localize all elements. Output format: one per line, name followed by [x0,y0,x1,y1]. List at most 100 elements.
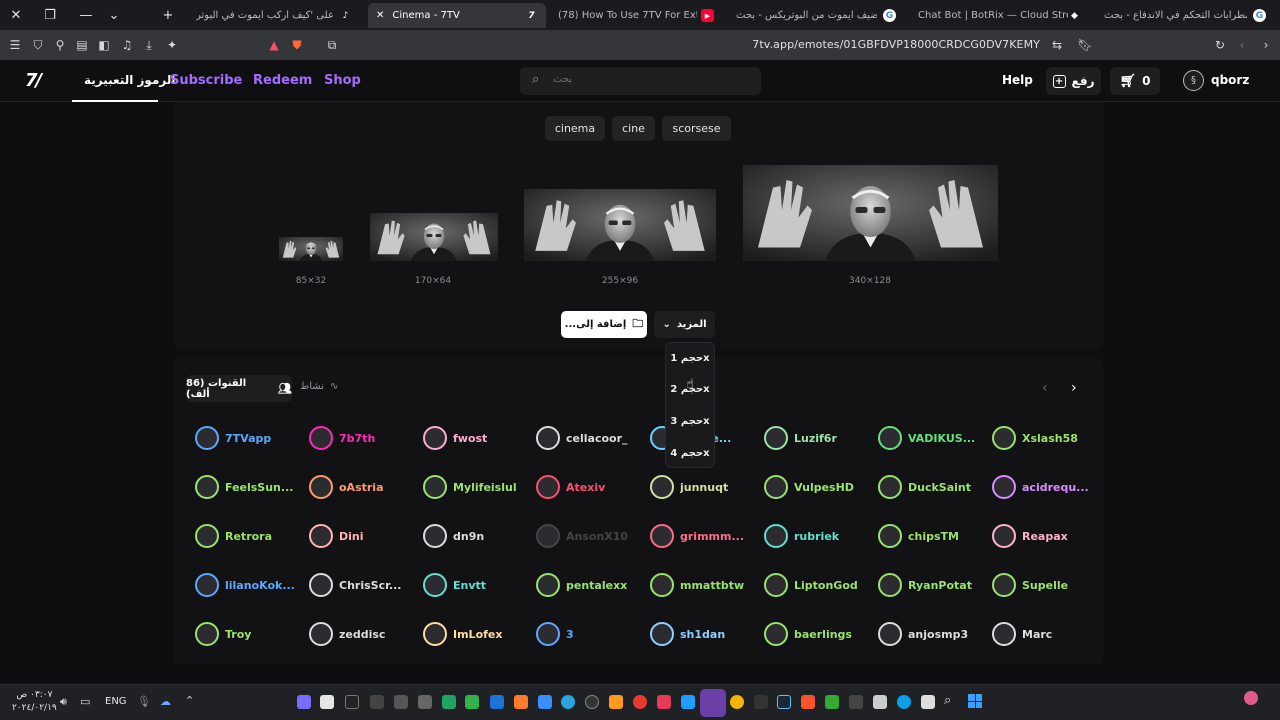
app-icon[interactable] [394,695,408,709]
windows-start-icon[interactable] [968,694,982,708]
add-to-button[interactable]: ...إضافة إلى 🗀︎ [561,311,647,338]
channel-item[interactable]: LiptonGod [764,573,874,597]
size-option-4x[interactable]: حجم 4x [666,440,714,466]
search-input[interactable]: ⌕ بحث [520,67,761,95]
brave-icon[interactable] [801,695,815,709]
network-icon[interactable]: ▭ [80,695,90,708]
tag-chip[interactable]: scorsese [662,116,731,141]
channel-item[interactable]: Envtt [423,573,533,597]
channel-item[interactable]: VADIKUS... [878,426,988,450]
wallet-icon[interactable]: ⧉ [324,37,340,53]
nav-subscribe[interactable]: Subscribe [170,73,242,88]
extensions-icon[interactable]: ✦ [164,37,180,53]
app-icon[interactable] [873,695,887,709]
close-window-icon[interactable]: ✕ [6,5,26,25]
minimize-window-icon[interactable]: — [76,5,96,25]
reload-icon[interactable]: ↻ [1212,37,1228,53]
tab-activity[interactable]: نشاط ∿ [300,381,338,392]
chevron-up-icon[interactable]: ⌃ [185,694,194,707]
more-button[interactable]: ⌄ المزيد [654,311,715,338]
discord-app-active[interactable] [700,689,726,717]
tab-channels[interactable]: القنوات (86 ألف) 👥︎ [186,375,292,402]
app-icon[interactable] [657,695,671,709]
microphone-icon[interactable]: 🎙︎ [137,695,151,708]
volume-icon[interactable]: 🔊︎ [60,695,67,709]
app-icon[interactable] [514,695,528,709]
avatar[interactable]: § [1183,70,1204,91]
task-view-icon[interactable] [921,695,935,709]
new-tab-button[interactable]: + [158,5,178,25]
channel-item[interactable]: oAstria [309,475,419,499]
prev-page-icon[interactable]: ‹ [1042,380,1048,396]
app-icon[interactable] [609,695,623,709]
channel-item[interactable]: chipsTM [878,524,988,548]
brave-shield-icon[interactable]: ⛊ [289,37,305,53]
channel-item[interactable]: zeddisc [309,622,419,646]
download-icon[interactable]: ⤓ [141,37,157,53]
back-icon[interactable]: › [1258,37,1274,53]
music-icon[interactable]: ♫ [119,37,135,53]
size-option-3x[interactable]: حجم 3x [666,408,714,434]
tag-chip[interactable]: cinema [545,116,605,141]
channel-item[interactable]: cellacoor_ [536,426,646,450]
username[interactable]: qborz [1211,73,1249,87]
nav-emotes[interactable]: الرموز التعبيرية [84,73,175,87]
browser-tab[interactable]: اعثر على 'كيف اركب ايموت في البوتر ♪ [188,3,360,28]
next-page-icon[interactable]: › [1071,380,1077,396]
7tv-logo[interactable]: 7/ [25,70,49,92]
channel-item[interactable]: 7b7th [309,426,419,450]
app-icon[interactable] [633,695,647,709]
channel-item[interactable]: Troy [195,622,305,646]
app-icon[interactable] [345,695,359,709]
channel-item[interactable]: grimmm... [650,524,760,548]
channel-item[interactable]: Xslash58 [992,426,1102,450]
sidebar-icon[interactable]: ◧ [96,37,112,53]
tag-chip[interactable]: cine [612,116,655,141]
channel-item[interactable]: Supelle [992,573,1102,597]
site-settings-icon[interactable]: ⇆ [1049,37,1065,53]
channel-item[interactable]: VulpesHD [764,475,874,499]
clock[interactable]: ٠٣:٠٧ ص ٢٠٢٤/٠٢/١٩ [12,689,57,715]
app-icon[interactable] [490,695,504,709]
help-link[interactable]: Help [1002,73,1033,87]
tab-list-chevron-icon[interactable]: ⌄ [104,5,124,25]
app-icon[interactable] [825,695,839,709]
channel-item[interactable]: AnsonX10 [536,524,646,548]
address-bar[interactable]: 7tv.app/emotes/01GBFDVP18000CRDCG0DV7KEM… [700,38,1040,51]
pin-icon[interactable]: ⚲ [52,37,68,53]
app-icon[interactable] [585,695,599,709]
app-icon[interactable] [681,695,695,709]
channel-item[interactable]: Atexiv [536,475,646,499]
edge-icon[interactable] [897,695,911,709]
forward-icon[interactable]: ‹ [1234,37,1250,53]
browser-tab-active[interactable]: ✕ Cinema - 7TV 7 [368,3,546,28]
channel-item[interactable]: sh1dan [650,622,760,646]
channel-item[interactable]: Mylifeislul [423,475,533,499]
channel-item[interactable]: ChrisScr... [309,573,419,597]
browser-tab[interactable]: اضطرابات التحكم في الاندفاع - بحث G [1096,3,1274,28]
telegram-icon[interactable] [561,695,575,709]
bookmark-icon[interactable]: 🔖︎ [1077,37,1093,53]
channel-item[interactable]: dn9n [423,524,533,548]
restore-window-icon[interactable]: ❐ [40,5,60,25]
browser-tab[interactable]: كيف اضيف ايموت من البوتريكس - بحث G [728,3,904,28]
steam-icon[interactable] [777,695,791,709]
channel-item[interactable]: Reapax [992,524,1102,548]
reader-icon[interactable]: ▤ [74,37,90,53]
browser-tab[interactable]: (78) How To Use 7TV For Extra Emote ▶ [550,3,722,28]
channel-item[interactable]: 7TVapp [195,426,305,450]
app-icon[interactable] [730,695,744,709]
app-icon[interactable] [442,695,456,709]
close-tab-icon[interactable]: ✕ [376,10,384,21]
menu-icon[interactable]: ☰ [7,37,23,53]
channel-item[interactable]: rubriek [764,524,874,548]
channel-item[interactable]: baerlings [764,622,874,646]
app-icon[interactable] [320,695,334,709]
channel-item[interactable]: junnuqt [650,475,760,499]
app-icon[interactable] [538,695,552,709]
channel-item[interactable]: RyanPotat [878,573,988,597]
search-icon[interactable]: ⌕ [944,693,951,708]
brave-rewards-icon[interactable]: ▲ [266,37,282,53]
app-icon[interactable] [465,695,479,709]
app-icon[interactable] [418,695,432,709]
